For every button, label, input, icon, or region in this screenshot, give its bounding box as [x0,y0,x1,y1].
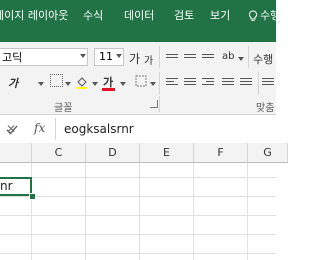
phonetic-icon[interactable] [135,75,147,87]
merge-center-icon[interactable] [262,78,274,88]
increase-font-button[interactable]: 가 [129,50,140,67]
fill-color-icon[interactable] [76,74,88,89]
align-center-icon[interactable] [184,78,196,88]
lightbulb-icon[interactable] [248,10,260,22]
column-header-f[interactable]: F [194,143,248,163]
tab-page-layout[interactable]: 페이지 레이아웃 [0,0,68,42]
align-middle-icon[interactable] [184,54,196,64]
tab-view[interactable]: 보기 [210,0,230,42]
fill-handle[interactable] [29,193,36,200]
column-header-c[interactable]: C [32,143,86,163]
group-label-font: 글꼴 [54,103,73,114]
align-bottom-icon[interactable] [202,54,214,64]
decrease-indent-icon[interactable] [222,78,234,88]
tab-review[interactable]: 검토 [174,0,194,42]
formula-input[interactable]: eogksalsrnr [55,118,276,140]
align-left-icon[interactable] [166,78,178,88]
increase-indent-icon[interactable] [240,78,252,88]
border-icon[interactable] [50,74,63,87]
column-header-b[interactable] [0,143,32,163]
orientation-icon[interactable]: ab [222,51,234,62]
align-right-icon[interactable] [202,78,214,88]
tab-formulas[interactable]: 수식 [83,0,103,42]
dialog-launcher-icon[interactable] [150,100,158,108]
column-header-e[interactable]: E [140,143,194,163]
tab-data[interactable]: 데이터 [124,0,154,42]
confirm-icon[interactable] [6,121,18,140]
formula-controls: ✕ ✓ fx [0,115,52,143]
formula-bar: ✕ ✓ fx eogksalsrnr [0,115,276,144]
chevron-down-icon[interactable] [80,54,86,58]
italic-button[interactable]: 가 [8,75,18,91]
ribbon: 고딕 11 가 가 ab 수행 가 가 글꼴 맞춤 [0,42,276,115]
font-name-select[interactable]: 고딕 [0,48,88,66]
align-top-icon[interactable] [166,54,178,64]
column-header-g[interactable]: G [248,143,288,163]
worksheet-grid[interactable] [0,163,276,260]
wrap-text-button[interactable]: 수행 [253,51,273,67]
active-cell[interactable]: nr [0,177,32,196]
decrease-font-button[interactable]: 가 [144,52,153,67]
column-header-d[interactable]: D [86,143,140,163]
ribbon-tab-bar: 페이지 레이아웃 수식 데이터 검토 보기 수행 [0,0,280,42]
chevron-down-icon[interactable] [116,54,122,58]
tab-tell-me[interactable]: 수행 [260,0,280,42]
group-label-alignment: 맞춤 [256,103,275,114]
insert-function-button[interactable]: fx [34,121,45,135]
